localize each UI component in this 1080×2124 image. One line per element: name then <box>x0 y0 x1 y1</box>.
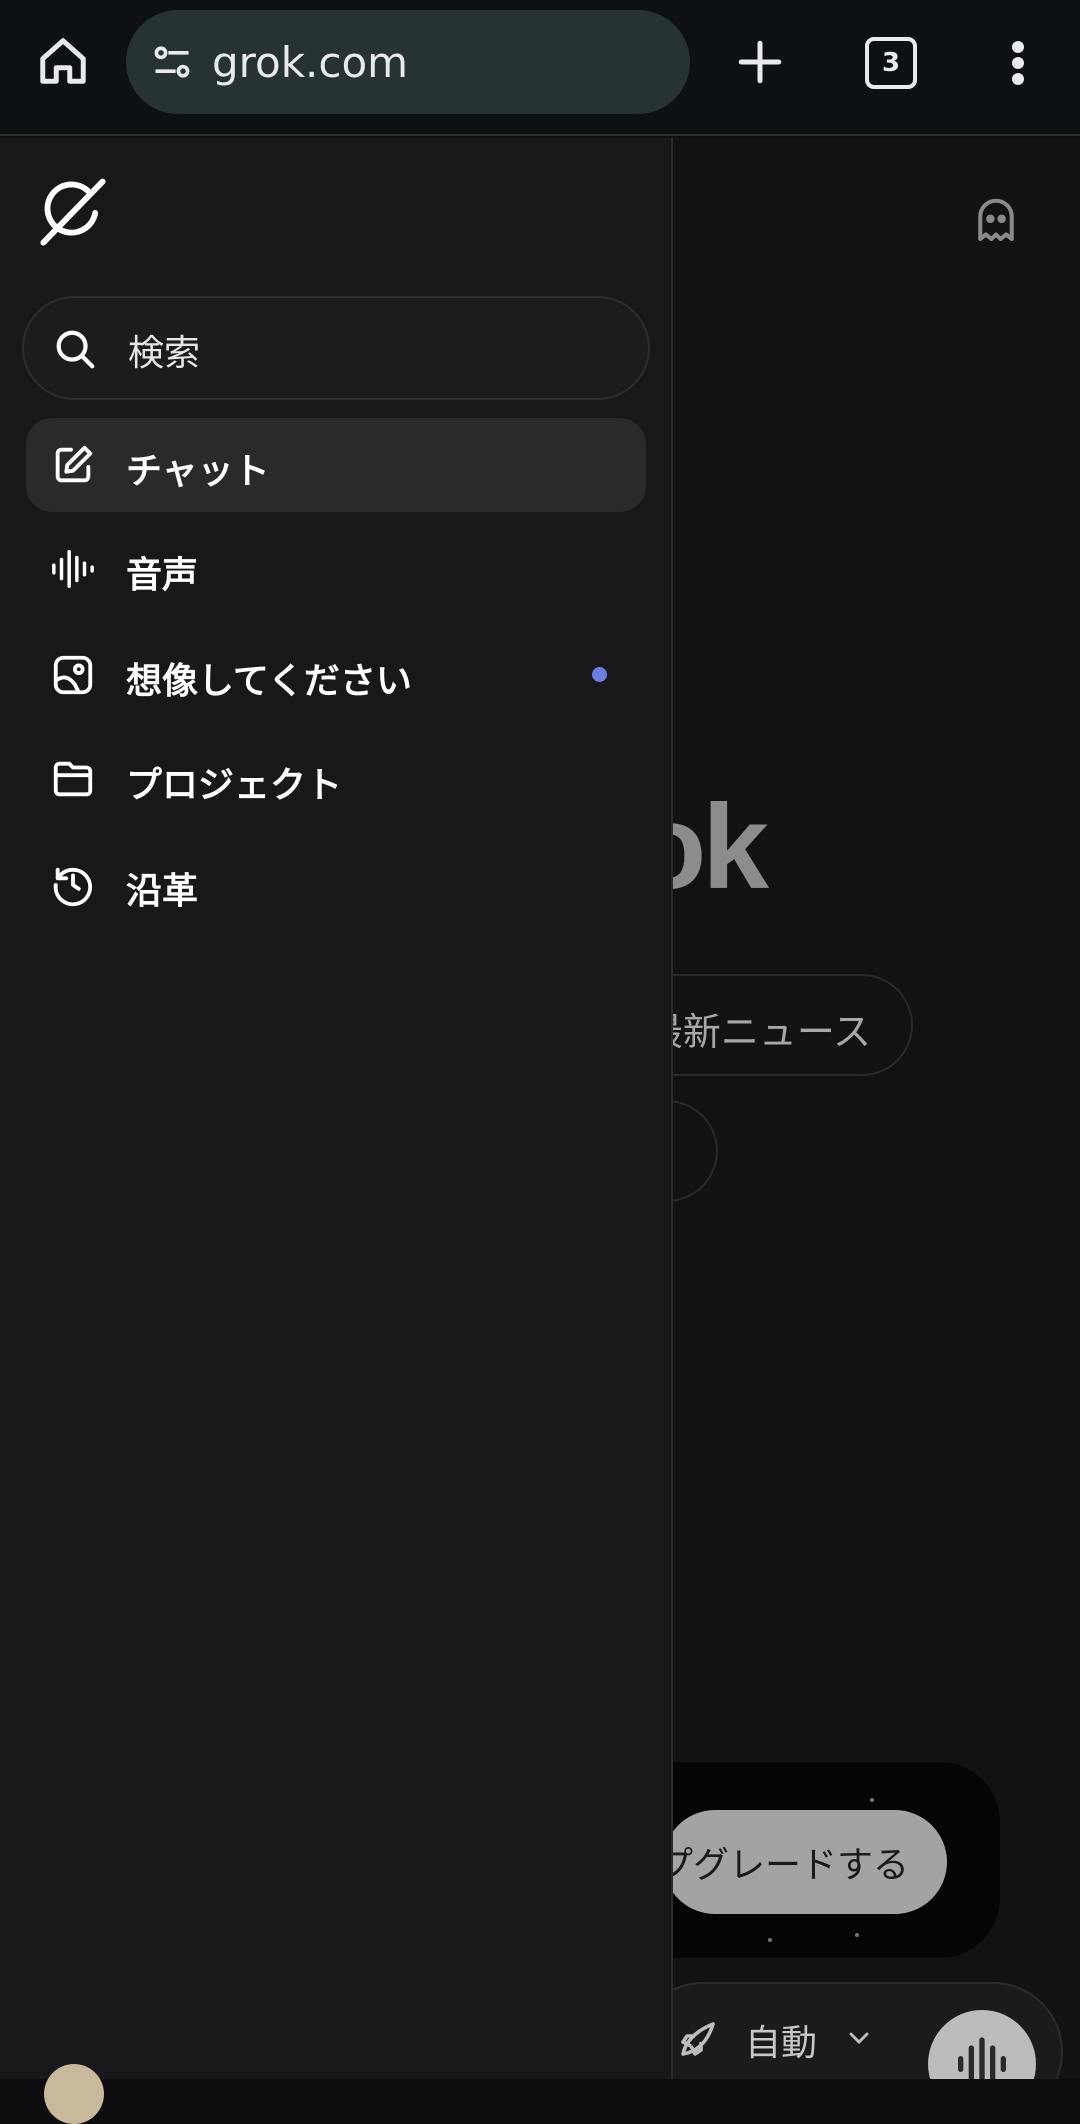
upgrade-button-label: プグレードする <box>673 1845 909 1886</box>
nav-item-label: プロジェクト <box>126 765 343 806</box>
url-text: grok.com <box>212 37 409 87</box>
plus-icon <box>738 40 782 84</box>
tab-count: 3 <box>865 37 917 89</box>
nav-item-label: 音声 <box>126 555 199 596</box>
folder-icon <box>53 761 93 797</box>
grok-logo-icon[interactable] <box>36 176 110 250</box>
home-icon <box>40 38 86 84</box>
nav-item-imagine[interactable]: 想像してください <box>26 628 646 722</box>
suggestion-chip[interactable] <box>673 1100 718 1202</box>
browser-menu-button[interactable] <box>1000 34 1036 92</box>
image-icon <box>53 655 93 695</box>
sparkle-dot <box>768 1938 772 1942</box>
site-settings-icon[interactable] <box>146 36 198 88</box>
more-vert-icon <box>1012 41 1024 85</box>
search-label: 検索 <box>128 333 201 374</box>
nav-item-history[interactable]: 沿革 <box>26 838 646 932</box>
avatar[interactable] <box>44 2064 104 2124</box>
nav-item-projects[interactable]: プロジェクト <box>26 732 646 826</box>
ghost-icon <box>978 198 1014 242</box>
waveform-icon <box>52 550 94 588</box>
upgrade-button[interactable]: プグレードする <box>673 1810 947 1914</box>
address-bar[interactable]: grok.com <box>126 10 690 114</box>
search-input[interactable]: 検索 <box>22 296 650 400</box>
suggestion-chip-news[interactable]: 最新ニュース <box>673 974 913 1076</box>
new-badge-dot <box>592 667 607 682</box>
home-button[interactable] <box>30 28 96 94</box>
nav-item-label: チャット <box>126 451 270 492</box>
private-chat-button[interactable] <box>969 194 1023 248</box>
edit-icon <box>55 445 93 483</box>
navigation-drawer: 検索 チャット 音声 想像してください プロジェクト 沿革 <box>0 138 673 2124</box>
new-tab-button[interactable] <box>730 30 790 94</box>
sparkle-dot <box>855 1933 859 1937</box>
nav-item-voice[interactable]: 音声 <box>26 522 646 616</box>
history-icon <box>53 867 93 907</box>
rocket-icon <box>681 2022 715 2056</box>
tab-switcher-button[interactable]: 3 <box>862 34 920 92</box>
main-page-background: ok 最新ニュース プグレードする 自動 <box>673 138 1080 2079</box>
nav-item-label: 想像してください <box>126 661 412 702</box>
waveform-icon <box>958 2037 1006 2079</box>
browser-toolbar: grok.com 3 <box>0 0 1080 136</box>
chevron-down-icon[interactable] <box>843 2022 875 2054</box>
brand-title: ok <box>673 780 769 914</box>
sparkle-dot <box>870 1798 874 1802</box>
nav-item-chat[interactable]: チャット <box>26 418 646 512</box>
nav-item-label: 沿革 <box>126 871 199 912</box>
search-icon <box>56 330 95 369</box>
suggestion-chip-label: 最新ニュース <box>673 1010 871 1054</box>
mode-selector-label[interactable]: 自動 <box>745 2014 817 2066</box>
